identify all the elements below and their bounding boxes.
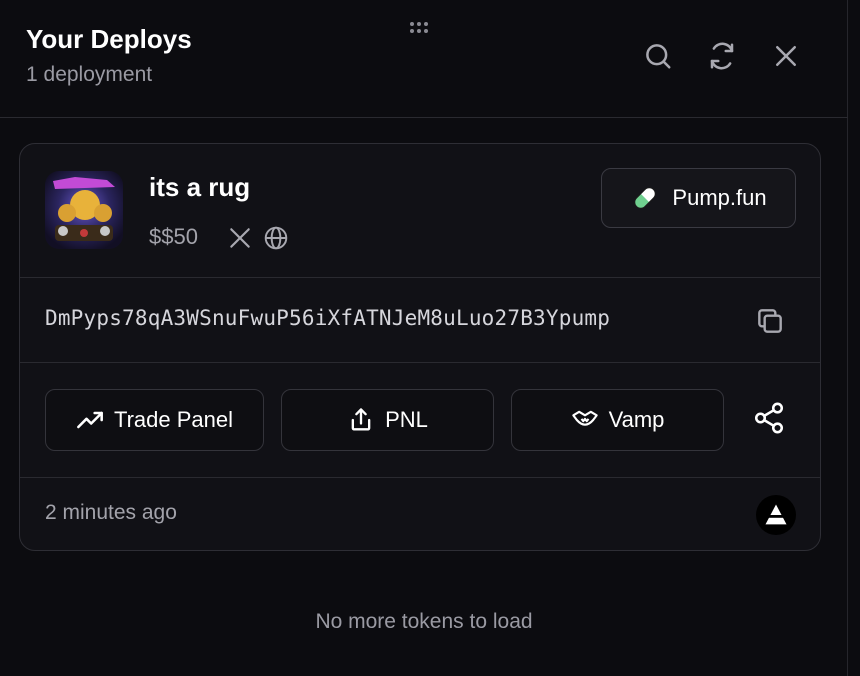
trade-panel-button[interactable]: Trade Panel	[45, 389, 264, 451]
share-icon[interactable]	[752, 401, 786, 435]
search-icon[interactable]	[638, 36, 678, 76]
end-of-list-message: No more tokens to load	[315, 610, 533, 633]
pill-icon	[634, 187, 657, 209]
globe-icon[interactable]	[261, 223, 291, 253]
panel-title: Your Deploys	[26, 24, 192, 54]
token-ticker: $$50	[149, 224, 198, 249]
copy-icon[interactable]	[754, 305, 786, 337]
deploy-time: 2 minutes ago	[45, 501, 177, 524]
divider	[20, 477, 820, 478]
close-icon[interactable]	[766, 36, 806, 76]
vamp-icon	[571, 410, 598, 426]
divider	[20, 277, 820, 278]
trade-panel-label: Trade Panel	[113, 407, 234, 432]
contract-address: DmPyps78qA3WSnuFwuP56iXfATNJeM8uLuo27B3Y…	[45, 306, 611, 330]
panel-header: Your Deploys 1 deployment	[0, 0, 848, 118]
divider	[20, 362, 820, 363]
pump-fun-button[interactable]: Pump.fun	[601, 168, 796, 228]
x-twitter-icon[interactable]	[225, 223, 255, 253]
pnl-button[interactable]: PNL	[281, 389, 494, 451]
deploys-panel: Your Deploys 1 deployment its a rug $$50…	[0, 0, 848, 676]
drag-handle-icon[interactable]	[410, 22, 428, 33]
deployment-count: 1 deployment	[26, 63, 153, 86]
pump-fun-label: Pump.fun	[672, 185, 767, 210]
trending-up-icon	[77, 411, 103, 429]
refresh-icon[interactable]	[702, 36, 742, 76]
platform-logo-icon[interactable]	[756, 495, 796, 535]
deploy-card: its a rug $$50 Pump.fun DmPyps78qA3WSnuF…	[19, 143, 821, 551]
vamp-label: Vamp	[608, 407, 665, 432]
pnl-label: PNL	[385, 407, 428, 432]
vamp-button[interactable]: Vamp	[511, 389, 724, 451]
token-image[interactable]	[45, 171, 123, 249]
upload-share-icon	[351, 408, 371, 431]
token-name: its a rug	[149, 172, 251, 202]
